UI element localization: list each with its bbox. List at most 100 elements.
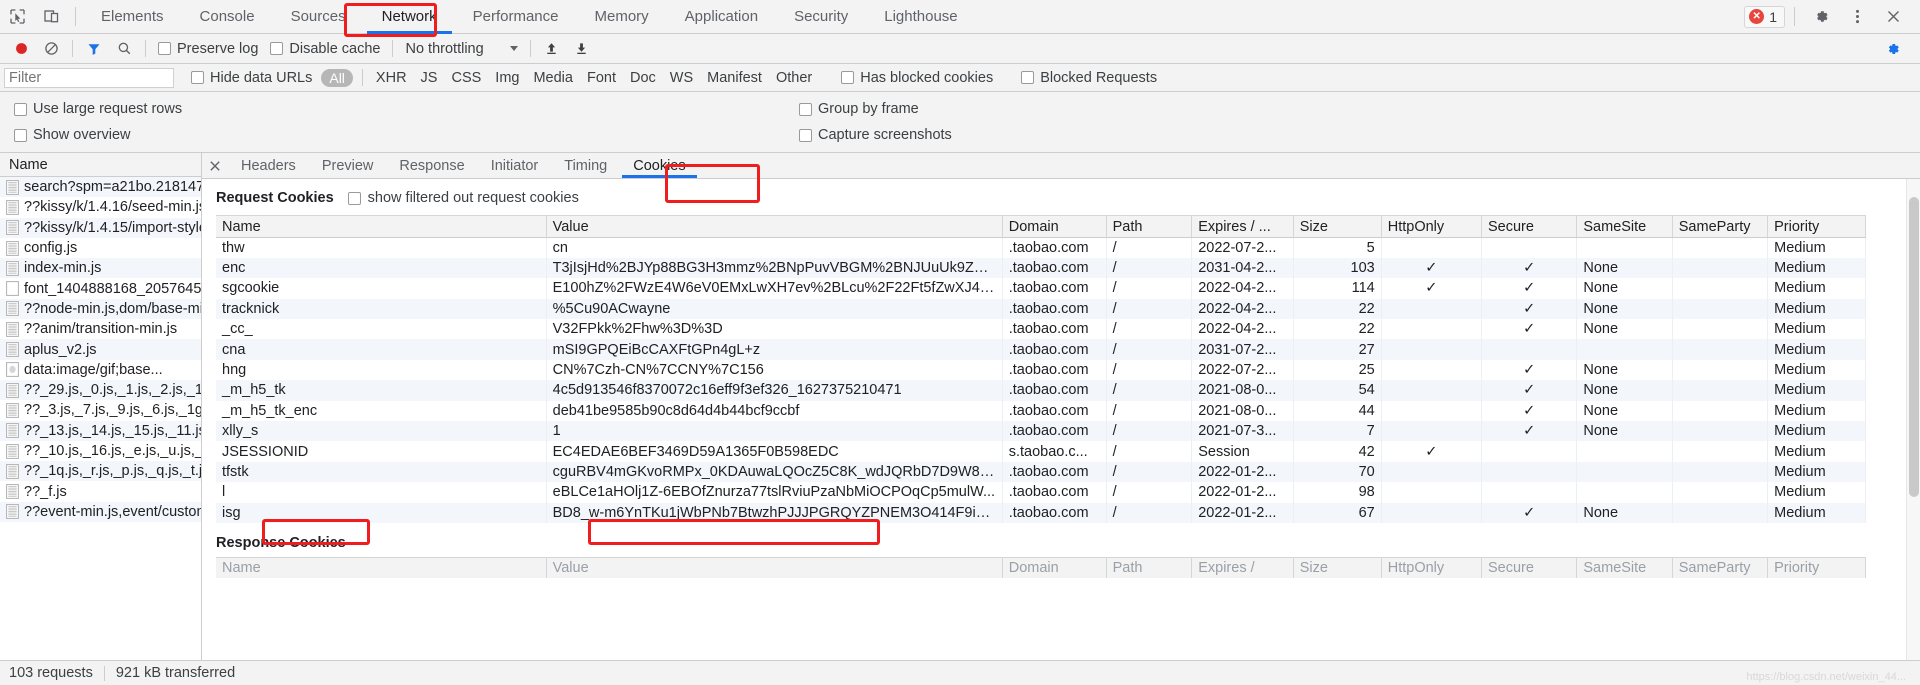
response-column-header[interactable]: Size xyxy=(1293,556,1382,579)
column-header[interactable]: Expires / ... xyxy=(1191,215,1294,238)
request-list-item[interactable]: ??node-min.js,dom/base-min, xyxy=(0,298,201,320)
response-column-header[interactable]: SameSite xyxy=(1576,556,1673,579)
detail-tab-response[interactable]: Response xyxy=(386,153,477,178)
cookie-row[interactable]: _m_h5_tk_enc deb41be9585b90c8d64d4b44bcf9… xyxy=(216,400,1866,422)
detail-tab-cookies[interactable]: Cookies xyxy=(620,153,698,178)
column-header[interactable]: Domain xyxy=(1002,215,1107,238)
filter-type-font[interactable]: Font xyxy=(580,70,623,86)
response-column-header[interactable]: Secure xyxy=(1481,556,1578,579)
request-list-item[interactable]: ??kissy/k/1.4.15/import-style-. xyxy=(0,217,201,238)
cookie-row[interactable]: JSESSIONID EC4EDAE6BEF3469D59A1365F0B598E… xyxy=(216,441,1866,462)
request-list-item[interactable]: config.js xyxy=(0,238,201,258)
request-list-item[interactable]: data:image/gif;base... xyxy=(0,360,201,380)
use-large-request-rows-checkbox[interactable]: Use large request rows xyxy=(14,101,182,117)
cookie-row[interactable]: _cc_ V32FPkk%2Fhw%3D%3D .taobao.com/2022-0… xyxy=(216,319,1866,340)
column-header[interactable]: Secure xyxy=(1481,215,1578,238)
column-header[interactable]: SameParty xyxy=(1672,215,1769,238)
inspect-element-icon[interactable] xyxy=(0,2,34,32)
cookie-row[interactable]: thw cn .taobao.com/2022-07-2... 5 Medium xyxy=(216,237,1866,258)
filter-type-js[interactable]: JS xyxy=(414,70,445,86)
cookie-row[interactable]: tfstk cguRBV4mGKvoRMPx_0KDAuwaLQOcZ5C8K_w… xyxy=(216,461,1866,483)
column-header[interactable]: Priority xyxy=(1767,215,1866,238)
cookie-row[interactable]: l eBLCe1aHOlj1Z-6EBOfZnurza77tslRviuPzaNb… xyxy=(216,482,1866,503)
response-column-header[interactable]: Value xyxy=(546,556,1003,579)
capture-screenshots-checkbox[interactable]: Capture screenshots xyxy=(799,127,952,143)
request-list-item[interactable]: ??anim/transition-min.js xyxy=(0,319,201,339)
filter-type-all[interactable]: All xyxy=(321,68,353,87)
filter-type-doc[interactable]: Doc xyxy=(623,70,663,86)
settings-gear-icon[interactable] xyxy=(1804,2,1838,32)
filter-type-manifest[interactable]: Manifest xyxy=(700,70,769,86)
tab-lighthouse[interactable]: Lighthouse xyxy=(866,0,975,34)
request-list-item[interactable]: ??_29.js,_0.js,_1.js,_2.js,_1k.js,_1 xyxy=(0,379,201,401)
error-count-badge[interactable]: ✕ 1 xyxy=(1744,5,1785,28)
response-column-header[interactable]: Expires / xyxy=(1191,556,1294,579)
request-list-item[interactable]: ??kissy/k/1.4.16/seed-min.js,k. xyxy=(0,197,201,217)
throttling-dropdown[interactable]: No throttling xyxy=(405,41,518,57)
clear-button[interactable] xyxy=(36,36,66,62)
detail-tab-preview[interactable]: Preview xyxy=(309,153,387,178)
cookie-row[interactable]: _m_h5_tk 4c5d913546f8370072c16eff9f3ef326… xyxy=(216,380,1866,401)
scrollbar-thumb[interactable] xyxy=(1909,197,1919,497)
column-header[interactable]: SameSite xyxy=(1576,215,1673,238)
response-column-header[interactable]: Path xyxy=(1106,556,1193,579)
cookie-row[interactable]: hng CN%7Czh-CN%7CCNY%7C156 .taobao.com/202… xyxy=(216,359,1866,381)
filter-type-other[interactable]: Other xyxy=(769,70,819,86)
filter-type-ws[interactable]: WS xyxy=(663,70,700,86)
preserve-log-checkbox[interactable]: Preserve log xyxy=(158,41,258,57)
filter-type-css[interactable]: CSS xyxy=(444,70,488,86)
has-blocked-cookies-checkbox[interactable]: Has blocked cookies xyxy=(841,70,993,86)
tab-console[interactable]: Console xyxy=(182,0,273,34)
show-overview-checkbox[interactable]: Show overview xyxy=(14,127,131,143)
response-column-header[interactable]: Priority xyxy=(1767,556,1866,579)
cookie-row[interactable]: xlly_s 1 .taobao.com/2021-07-3... 7 ✓ None Med… xyxy=(216,421,1866,442)
tab-sources[interactable]: Sources xyxy=(273,0,364,34)
tab-elements[interactable]: Elements xyxy=(83,0,182,34)
cookie-row[interactable]: tracknick %5Cu90ACwayne .taobao.com/2022-0… xyxy=(216,298,1866,320)
request-list-item[interactable]: font_1404888168_2057645.wo xyxy=(0,278,201,298)
blocked-requests-checkbox[interactable]: Blocked Requests xyxy=(1021,70,1157,86)
column-header[interactable]: HttpOnly xyxy=(1381,215,1483,238)
detail-tab-headers[interactable]: Headers xyxy=(228,153,309,178)
export-har-icon[interactable] xyxy=(567,36,597,62)
hide-data-urls-checkbox[interactable]: Hide data URLs xyxy=(191,70,312,86)
more-options-icon[interactable] xyxy=(1840,2,1874,32)
response-column-header[interactable]: Domain xyxy=(1002,556,1107,579)
request-list-item[interactable]: search?spm=a21bo.21814703 xyxy=(0,177,201,198)
request-list-item[interactable]: ??_3.js,_7.js,_9.js,_6.js,_1g.js,_s.j xyxy=(0,400,201,420)
request-list-item[interactable]: ??_13.js,_14.js,_15.js,_11.js,_1b, xyxy=(0,420,201,441)
request-list[interactable]: search?spm=a21bo.21814703 ??kissy/k/1.4.1… xyxy=(0,177,201,660)
filter-input[interactable] xyxy=(4,67,174,88)
group-by-frame-checkbox[interactable]: Group by frame xyxy=(799,101,919,117)
tab-security[interactable]: Security xyxy=(776,0,866,34)
request-list-item[interactable]: aplus_v2.js xyxy=(0,339,201,360)
request-list-item[interactable]: ??_f.js xyxy=(0,481,201,501)
record-button[interactable] xyxy=(6,36,36,62)
request-list-item[interactable]: index-min.js xyxy=(0,258,201,279)
tab-performance[interactable]: Performance xyxy=(455,0,577,34)
filter-type-xhr[interactable]: XHR xyxy=(369,70,414,86)
filter-type-img[interactable]: Img xyxy=(488,70,526,86)
cookie-row[interactable]: enc T3jIsjHd%2BJYp88BG3H3mmz%2BNpPuvVBGM%… xyxy=(216,257,1866,279)
filter-icon[interactable] xyxy=(79,36,109,62)
column-header[interactable]: Name xyxy=(216,215,547,238)
disable-cache-checkbox[interactable]: Disable cache xyxy=(270,41,380,57)
column-header[interactable]: Value xyxy=(546,215,1003,238)
cookie-row[interactable]: cna mSI9GPQEiBcCAXFtGPn4gL+z .taobao.com/2… xyxy=(216,339,1866,360)
column-header[interactable]: Size xyxy=(1293,215,1382,238)
request-list-item[interactable]: ??_10.js,_16.js,_e.js,_u.js,_a.js,_ xyxy=(0,441,201,461)
response-column-header[interactable]: SameParty xyxy=(1672,556,1769,579)
detail-tab-timing[interactable]: Timing xyxy=(551,153,620,178)
filter-type-media[interactable]: Media xyxy=(526,70,580,86)
device-toolbar-icon[interactable] xyxy=(34,2,68,32)
tab-application[interactable]: Application xyxy=(667,0,776,34)
tab-network[interactable]: Network xyxy=(364,0,455,34)
cookie-row[interactable]: isg BD8_w-m6YnTKu1jWbPNb7BtwzhPJJJPGRQYZP… xyxy=(216,502,1866,523)
network-settings-icon[interactable] xyxy=(1878,36,1908,62)
cookie-row[interactable]: sgcookie E100hZ%2FWzE4W6eV0EMxLwXH7ev%2BL… xyxy=(216,278,1866,299)
response-column-header[interactable]: Name xyxy=(216,556,547,579)
detail-tab-initiator[interactable]: Initiator xyxy=(478,153,552,178)
search-icon[interactable] xyxy=(109,36,139,62)
show-filtered-cookies-checkbox[interactable]: show filtered out request cookies xyxy=(347,190,579,206)
close-devtools-icon[interactable] xyxy=(1876,2,1910,32)
